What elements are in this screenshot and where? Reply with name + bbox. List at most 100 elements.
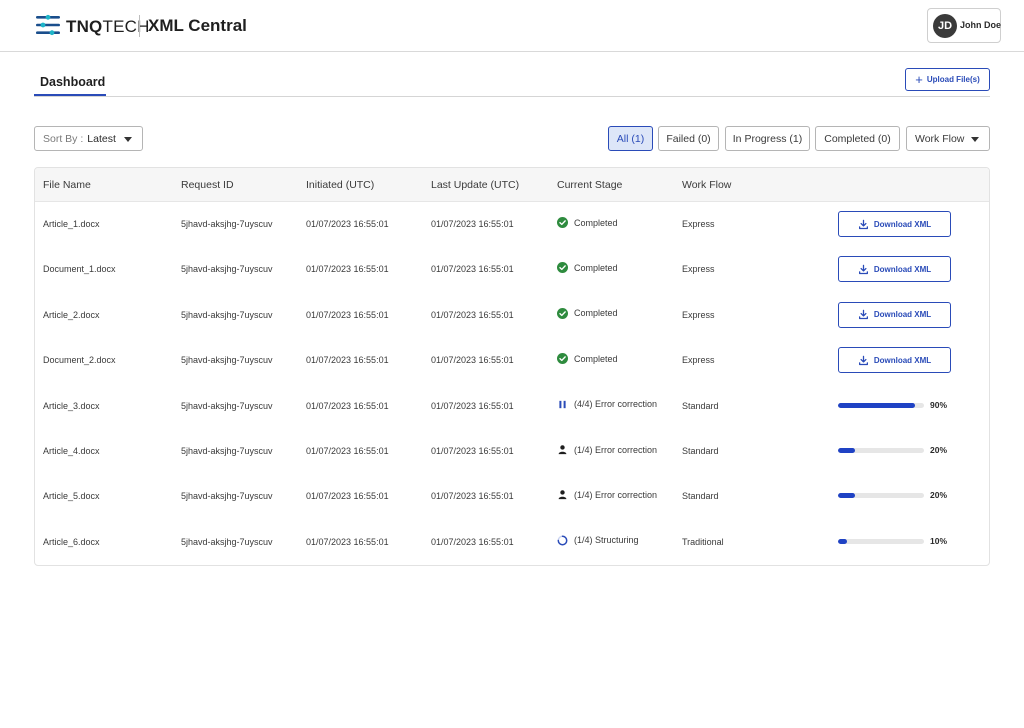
- cell-work-flow: Standard: [682, 446, 719, 456]
- cell-file-name: Document_1.docx: [43, 264, 116, 275]
- cell-initiated: 01/07/2023 16:55:01: [306, 400, 389, 411]
- progress-bar: [838, 402, 924, 408]
- progress-bar-fill: [838, 493, 856, 499]
- table-row: Article_3.docx 5jhavd-aksjhg-7uyscuv 01/07…: [35, 384, 989, 429]
- cell-work-flow: Express: [682, 264, 715, 275]
- download-xml-button[interactable]: Download XML: [838, 347, 951, 374]
- download-xml-label: Download XML: [873, 219, 932, 229]
- cell-file-name: Article_6.docx: [43, 536, 100, 547]
- brand-name: TNQTECH: [66, 17, 150, 36]
- sort-by-value: Latest: [87, 132, 116, 145]
- cell-work-flow: Standard: [682, 400, 719, 411]
- sort-by-select[interactable]: Sort By : Latest: [34, 126, 143, 151]
- upload-files-button[interactable]: + Upload File(s): [905, 68, 990, 91]
- cell-initiated: 01/07/2023 16:55:01: [306, 309, 389, 320]
- cell-last-update: 01/07/2023 16:55:01: [431, 491, 514, 502]
- cell-request-id: 5jhavd-aksjhg-7uyscuv: [181, 309, 273, 320]
- stage-label: (4/4) Error correction: [574, 399, 658, 410]
- cell-request-id: 5jhavd-aksjhg-7uyscuv: [181, 491, 273, 502]
- progress-bar-fill: [838, 538, 847, 544]
- cell-current-stage: Completed: [557, 307, 618, 319]
- download-xml-label: Download XML: [873, 264, 932, 274]
- column-header-request-id: Request ID: [181, 179, 234, 191]
- filter-in-progress[interactable]: In Progress (1): [725, 126, 810, 151]
- cell-last-update: 01/07/2023 16:55:01: [431, 400, 514, 411]
- filter-all[interactable]: All (1): [608, 126, 653, 151]
- cell-last-update: 01/07/2023 16:55:01: [431, 536, 514, 547]
- requests-table: File Name Request ID Initiated (UTC) Las…: [34, 167, 990, 566]
- stage-label: (1/4) Error correction: [574, 489, 658, 500]
- download-xml-button[interactable]: Download XML: [838, 256, 951, 283]
- cell-initiated: 01/07/2023 16:55:01: [306, 491, 389, 502]
- cell-file-name: Article_2.docx: [43, 309, 100, 320]
- check-circle-icon: [557, 353, 568, 365]
- download-xml-label: Download XML: [873, 310, 932, 320]
- cell-work-flow: Express: [682, 309, 715, 320]
- stage-label: Completed: [574, 353, 618, 364]
- workflow-select-label: Work Flow: [915, 132, 965, 145]
- progress-percent: 20%: [930, 490, 948, 501]
- cell-work-flow: Express: [682, 355, 715, 366]
- cell-last-update: 01/07/2023 16:55:01: [431, 219, 514, 229]
- user-name: John Doe: [960, 20, 1002, 30]
- column-header-current-stage: Current Stage: [557, 179, 623, 191]
- table-header: File Name Request ID Initiated (UTC) Las…: [35, 168, 989, 202]
- check-circle-icon: [557, 217, 568, 228]
- progress-bar-fill: [838, 402, 916, 408]
- cell-current-stage: (1/4) Error correction: [557, 444, 657, 455]
- filter-failed[interactable]: Failed (0): [658, 126, 719, 151]
- cell-file-name: Article_1.docx: [43, 219, 100, 229]
- table-row: Article_1.docx 5jhavd-aksjhg-7uyscuv 01/07…: [35, 202, 989, 247]
- cell-request-id: 5jhavd-aksjhg-7uyscuv: [181, 446, 273, 456]
- filter-completed[interactable]: Completed (0): [815, 126, 900, 151]
- cell-current-stage: (4/4) Error correction: [557, 399, 657, 410]
- workflow-select[interactable]: Work Flow: [906, 126, 990, 151]
- download-xml-button[interactable]: Download XML: [838, 211, 951, 237]
- progress-percent: 10%: [930, 535, 948, 546]
- download-icon: [858, 309, 869, 320]
- download-icon: [858, 264, 869, 275]
- progress-bar: [838, 493, 924, 499]
- person-icon: [557, 444, 568, 455]
- column-header-file-name: File Name: [43, 179, 91, 191]
- avatar: JD: [933, 14, 957, 38]
- progress-bar-fill: [838, 448, 856, 453]
- stage-label: Completed: [574, 217, 618, 228]
- cell-file-name: Document_2.docx: [43, 355, 116, 366]
- cell-request-id: 5jhavd-aksjhg-7uyscuv: [181, 264, 273, 275]
- cell-current-stage: Completed: [557, 262, 618, 274]
- cell-request-id: 5jhavd-aksjhg-7uyscuv: [181, 219, 273, 229]
- plus-icon: +: [915, 72, 923, 87]
- app-title: XML Central: [148, 16, 247, 35]
- stage-label: (1/4) Structuring: [574, 535, 639, 546]
- caret-down-icon: [971, 137, 979, 142]
- cell-last-update: 01/07/2023 16:55:01: [431, 355, 514, 366]
- user-menu-button[interactable]: JD John Doe: [927, 8, 1001, 43]
- cell-file-name: Article_3.docx: [43, 400, 100, 411]
- check-circle-icon: [557, 262, 568, 274]
- cell-request-id: 5jhavd-aksjhg-7uyscuv: [181, 355, 273, 366]
- pause-icon: [557, 399, 568, 410]
- app-header: TNQTECH XML Central JD John Doe: [0, 0, 1024, 52]
- table-row: Document_2.docx 5jhavd-aksjhg-7uyscuv 01/0…: [35, 338, 989, 383]
- cell-initiated: 01/07/2023 16:55:01: [306, 446, 389, 456]
- progress-bar: [838, 538, 924, 544]
- cell-last-update: 01/07/2023 16:55:01: [431, 264, 514, 275]
- column-header-initiated: Initiated (UTC): [306, 179, 375, 191]
- table-row: Article_6.docx 5jhavd-aksjhg-7uyscuv 01/07…: [35, 520, 989, 565]
- column-header-last-update: Last Update (UTC): [431, 179, 520, 191]
- cell-initiated: 01/07/2023 16:55:01: [306, 536, 389, 547]
- download-xml-button[interactable]: Download XML: [838, 301, 951, 328]
- tab-dashboard[interactable]: Dashboard: [40, 75, 105, 89]
- progress-bar: [838, 448, 924, 453]
- download-icon: [858, 355, 869, 366]
- stage-label: Completed: [574, 262, 618, 273]
- column-header-work-flow: Work Flow: [682, 179, 732, 191]
- cell-current-stage: (1/4) Error correction: [557, 489, 657, 500]
- upload-files-label: Upload File(s): [926, 75, 980, 84]
- cell-current-stage: Completed: [557, 353, 618, 365]
- cell-request-id: 5jhavd-aksjhg-7uyscuv: [181, 536, 273, 547]
- cell-work-flow: Traditional: [682, 536, 724, 547]
- table-row: Article_2.docx 5jhavd-aksjhg-7uyscuv 01/07…: [35, 293, 989, 338]
- cell-current-stage: Completed: [557, 217, 618, 228]
